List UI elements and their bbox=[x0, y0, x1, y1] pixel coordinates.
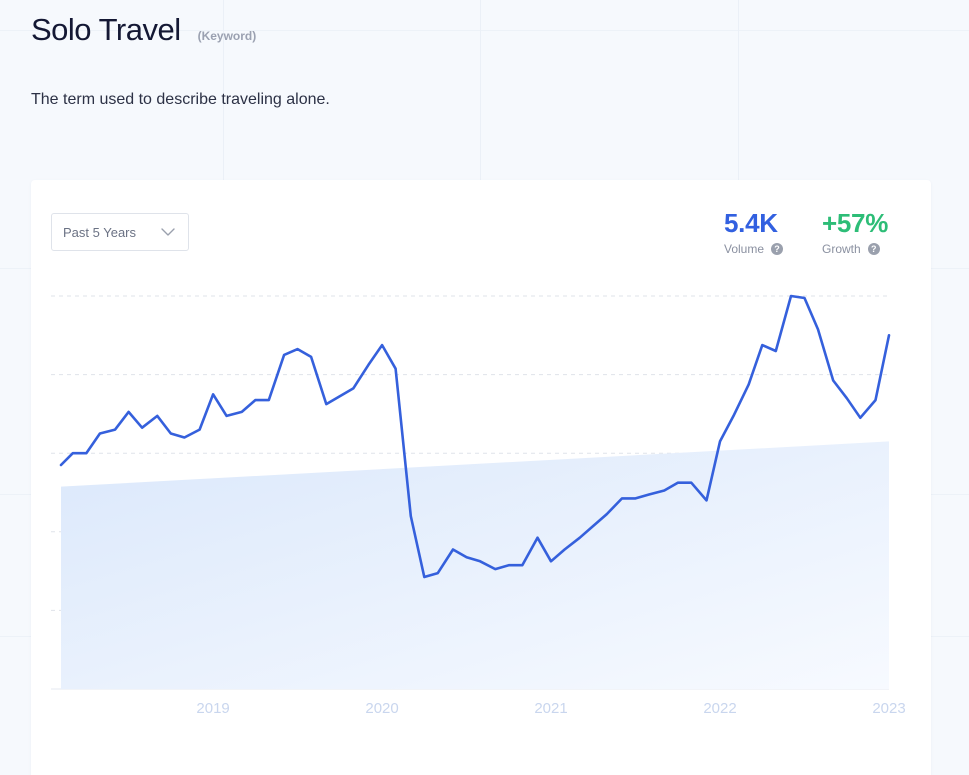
topic-description: The term used to describe traveling alon… bbox=[31, 91, 330, 108]
x-tick-label-2021: 2021 bbox=[534, 700, 567, 717]
x-tick-label-2023: 2023 bbox=[872, 700, 905, 717]
x-tick-label-2019: 2019 bbox=[196, 700, 229, 717]
trend-area bbox=[61, 441, 889, 689]
keyword-type-label: (Keyword) bbox=[197, 29, 257, 43]
trend-chart-card: Past 5 Years 5.4K Volume ? +57% Growth ? bbox=[31, 180, 931, 775]
search-volume-chart: 2019 2020 2021 2022 2023 bbox=[51, 294, 906, 717]
x-tick-label-2022: 2022 bbox=[703, 700, 736, 717]
page: Solo Travel (Keyword) The term used to d… bbox=[0, 0, 969, 775]
title-row: Solo Travel (Keyword) bbox=[31, 12, 256, 48]
x-tick-label-2020: 2020 bbox=[365, 700, 398, 717]
page-title: Solo Travel bbox=[31, 12, 181, 47]
